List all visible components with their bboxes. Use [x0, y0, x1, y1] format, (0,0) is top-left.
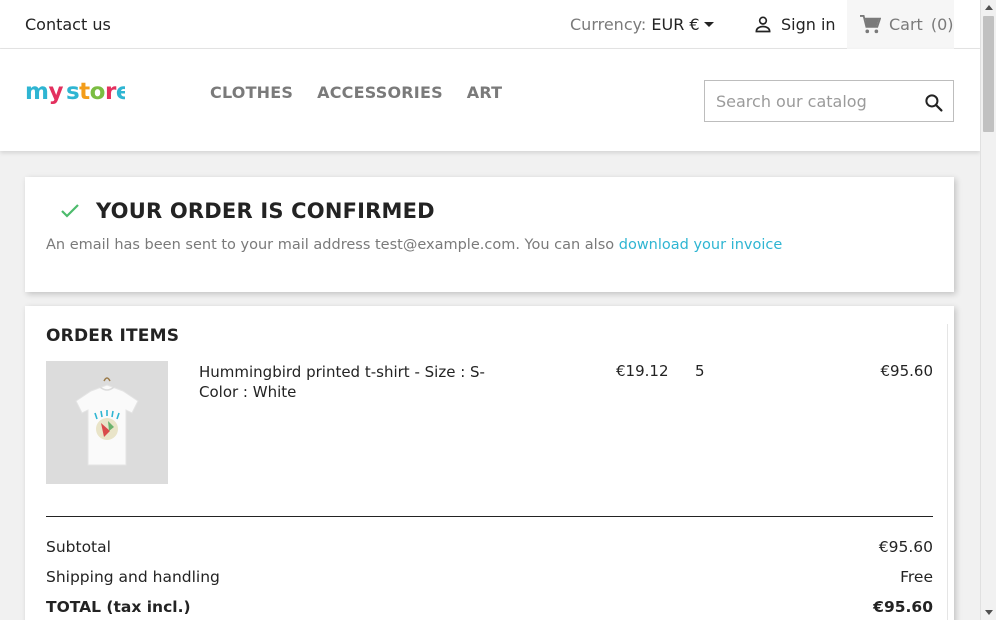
check-icon: [61, 204, 79, 218]
user-icon: [755, 16, 771, 33]
main-nav: CLOTHES ACCESSORIES ART: [210, 83, 502, 102]
currency-value: EUR €: [651, 15, 700, 34]
tshirt-image: [46, 361, 168, 484]
shipping-value: Free: [900, 568, 933, 586]
subtotal-label: Subtotal: [46, 538, 111, 556]
page-scrollbar[interactable]: [980, 0, 996, 620]
cart-button[interactable]: Cart (0): [847, 0, 954, 49]
cart-count: (0): [930, 15, 954, 34]
nav-accessories[interactable]: ACCESSORIES: [317, 83, 443, 102]
nav-clothes[interactable]: CLOTHES: [210, 83, 293, 102]
total-value: €95.60: [873, 598, 933, 616]
confirmation-message: An email has been sent to your mail addr…: [46, 237, 782, 253]
order-confirmation-card: YOUR ORDER IS CONFIRMED An email has bee…: [25, 177, 954, 292]
download-invoice-link[interactable]: download your invoice: [619, 237, 783, 253]
total-row: TOTAL (tax incl.) €95.60: [46, 598, 933, 616]
confirmation-message-text: An email has been sent to your mail addr…: [46, 237, 619, 253]
order-items-title: ORDER ITEMS: [46, 326, 180, 346]
currency-label: Currency:: [570, 15, 647, 34]
order-items-card: ORDER ITEMS Hummingbird printed t-shirt …: [25, 306, 954, 620]
scrollbar-thumb[interactable]: [983, 16, 994, 132]
subtotal-value: €95.60: [878, 538, 933, 556]
site-header: my store CLOTHES ACCESSORIES ART: [0, 49, 980, 151]
subtotal-row: Subtotal €95.60: [46, 538, 933, 556]
sign-in-label: Sign in: [781, 14, 836, 34]
store-logo[interactable]: my store: [25, 79, 131, 115]
scroll-down-arrow-icon[interactable]: [985, 610, 993, 615]
cart-icon: [860, 14, 881, 33]
shipping-label: Shipping and handling: [46, 568, 220, 586]
product-quantity: 5: [695, 362, 705, 380]
product-name: Hummingbird printed t-shirt - Size : S- …: [199, 363, 485, 401]
sign-in-link[interactable]: Sign in: [753, 14, 836, 34]
confirmation-title: YOUR ORDER IS CONFIRMED: [96, 199, 435, 223]
summary-divider: [46, 516, 933, 517]
nav-art[interactable]: ART: [467, 83, 503, 102]
product-total-price: €95.60: [880, 362, 934, 380]
search-input[interactable]: [705, 81, 905, 121]
caret-down-icon: [703, 21, 714, 27]
card-divider: [947, 324, 948, 620]
my-store-logo: my store: [25, 79, 131, 105]
total-label: TOTAL (tax incl.): [46, 598, 191, 616]
confirmation-heading: YOUR ORDER IS CONFIRMED: [60, 199, 435, 223]
scroll-up-arrow-icon[interactable]: [985, 5, 993, 10]
search-box: [704, 80, 954, 122]
cart-label: Cart: [889, 15, 923, 34]
svg-text:my store: my store: [25, 79, 125, 105]
shipping-row: Shipping and handling Free: [46, 568, 933, 586]
search-icon[interactable]: [924, 93, 943, 112]
product-unit-price: €19.12: [616, 362, 669, 380]
contact-us-link[interactable]: Contact us: [25, 15, 111, 34]
top-bar: Contact us Currency: EUR € Sign in Cart …: [0, 0, 980, 49]
currency-selector[interactable]: Currency: EUR €: [570, 15, 714, 34]
product-thumbnail: [46, 361, 168, 484]
